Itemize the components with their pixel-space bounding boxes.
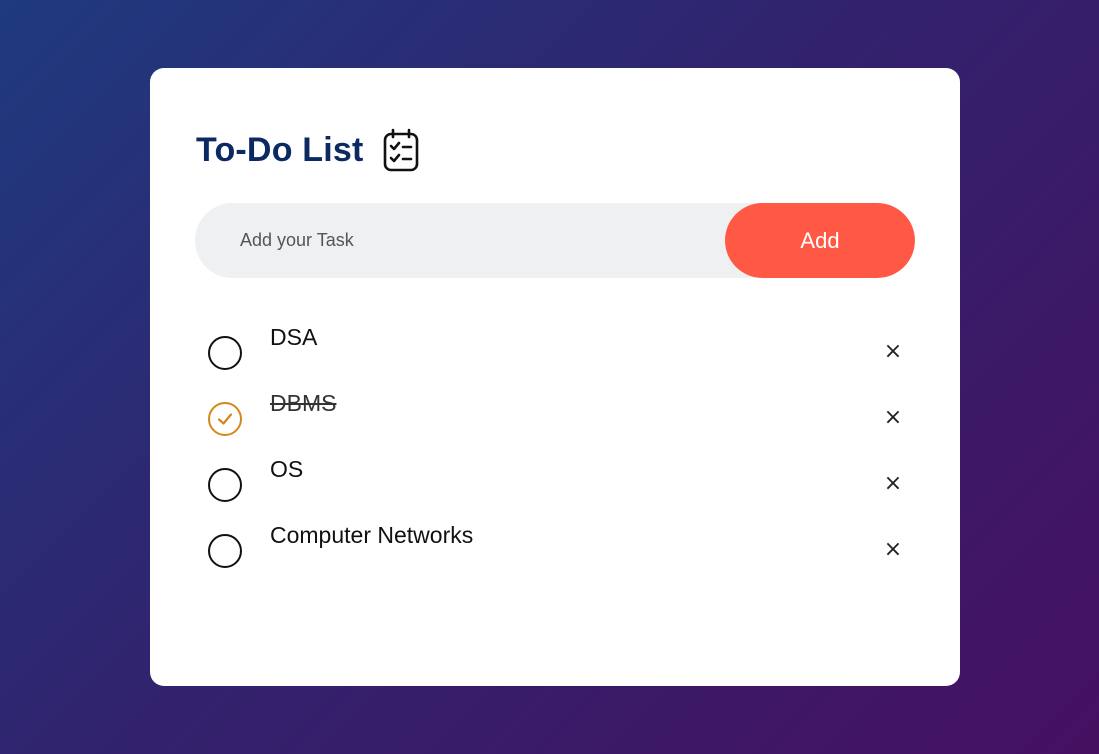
task-input[interactable] <box>195 203 725 278</box>
task-label: Computer Networks <box>270 522 474 548</box>
page-title: To-Do List <box>196 131 364 169</box>
unchecked-circle-icon[interactable] <box>208 534 242 568</box>
close-icon[interactable]: × <box>878 468 908 498</box>
list-item[interactable]: OS × <box>208 456 908 528</box>
task-label: DBMS <box>270 390 337 416</box>
header: To-Do List <box>196 128 420 172</box>
task-label: DSA <box>270 324 318 350</box>
close-icon[interactable]: × <box>878 534 908 564</box>
list-item[interactable]: DSA × <box>208 324 908 396</box>
unchecked-circle-icon[interactable] <box>208 468 242 502</box>
close-icon[interactable]: × <box>878 336 908 366</box>
close-icon[interactable]: × <box>878 402 908 432</box>
list-item[interactable]: DBMS × <box>208 390 908 462</box>
clipboard-checklist-icon <box>382 128 420 172</box>
task-label: OS <box>270 456 304 482</box>
add-button[interactable]: Add <box>725 203 915 278</box>
check-icon <box>217 413 233 425</box>
unchecked-circle-icon[interactable] <box>208 336 242 370</box>
add-task-row: Add <box>195 203 915 278</box>
task-list: DSA × DBMS × OS × Computer Networks × <box>208 324 908 594</box>
todo-card: To-Do List Add DSA×DBMS×OS×Computer Netw… <box>150 68 960 686</box>
list-item[interactable]: Computer Networks × <box>208 522 908 594</box>
checked-circle-icon[interactable] <box>208 402 242 436</box>
